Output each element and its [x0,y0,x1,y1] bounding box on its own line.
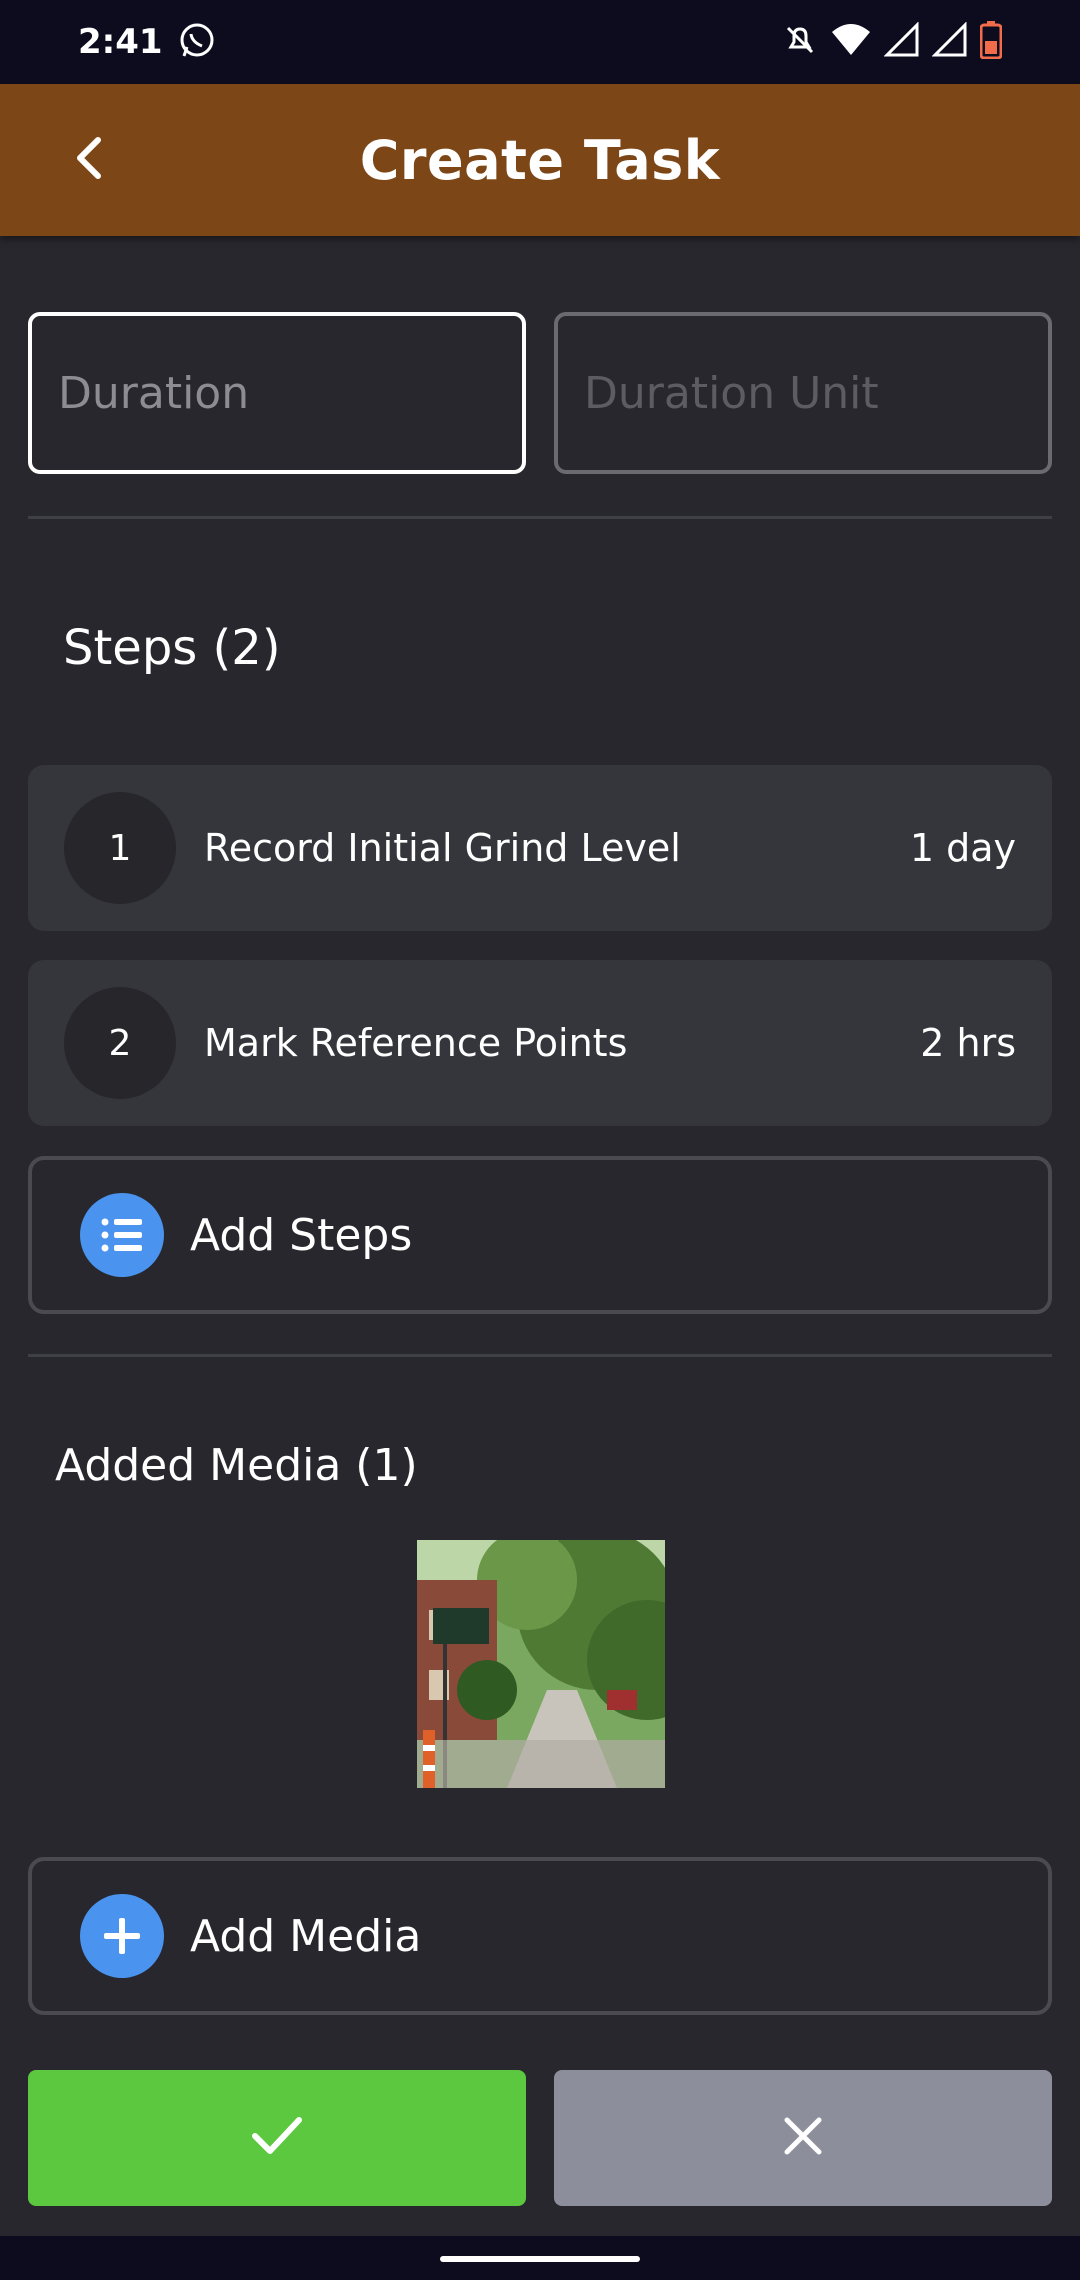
step-title: Record Initial Grind Level [204,826,681,870]
create-task-form: Duration Duration Unit Steps (2) 1 Recor… [0,236,1080,2236]
step-item[interactable]: 2 Mark Reference Points 2 hrs [28,960,1052,1126]
divider [28,1354,1052,1357]
cancel-button[interactable] [554,2070,1052,2206]
step-duration: 2 hrs [920,1021,1016,1065]
chevron-left-icon [68,134,108,186]
step-number: 1 [64,792,176,904]
mute-icon [782,22,818,62]
divider [28,516,1052,519]
duration-unit-field[interactable]: Duration Unit [554,312,1052,474]
media-thumbnail[interactable] [417,1540,665,1788]
app-bar: Create Task [0,84,1080,236]
add-media-label: Add Media [190,1910,422,1962]
back-button[interactable] [48,120,128,200]
duration-unit-placeholder: Duration Unit [584,367,879,419]
page-title: Create Task [359,128,721,192]
navigation-bar [0,2236,1080,2280]
signal-icon [883,21,920,62]
duration-placeholder: Duration [58,367,250,419]
battery-icon [979,21,1003,63]
check-icon [249,2114,305,2162]
step-duration: 1 day [909,826,1016,870]
status-left: 2:41 [78,20,217,64]
add-steps-button[interactable]: Add Steps [28,1156,1052,1314]
plus-icon [80,1894,164,1978]
close-icon [781,2114,825,2162]
media-title: Added Media (1) [55,1440,418,1491]
list-icon [80,1193,164,1277]
status-bar: 2:41 [0,0,1080,84]
add-media-button[interactable]: Add Media [28,1857,1052,2015]
status-right [782,21,1003,63]
home-indicator[interactable] [440,2256,640,2262]
whatsapp-icon [177,20,217,64]
status-time: 2:41 [78,22,163,62]
signal-icon [931,21,968,62]
step-item[interactable]: 1 Record Initial Grind Level 1 day [28,765,1052,931]
steps-title: Steps (2) [63,620,281,676]
confirm-button[interactable] [28,2070,526,2206]
wifi-icon [830,22,872,62]
step-number: 2 [64,987,176,1099]
add-steps-label: Add Steps [190,1209,413,1261]
step-title: Mark Reference Points [204,1021,628,1065]
duration-field[interactable]: Duration [28,312,526,474]
